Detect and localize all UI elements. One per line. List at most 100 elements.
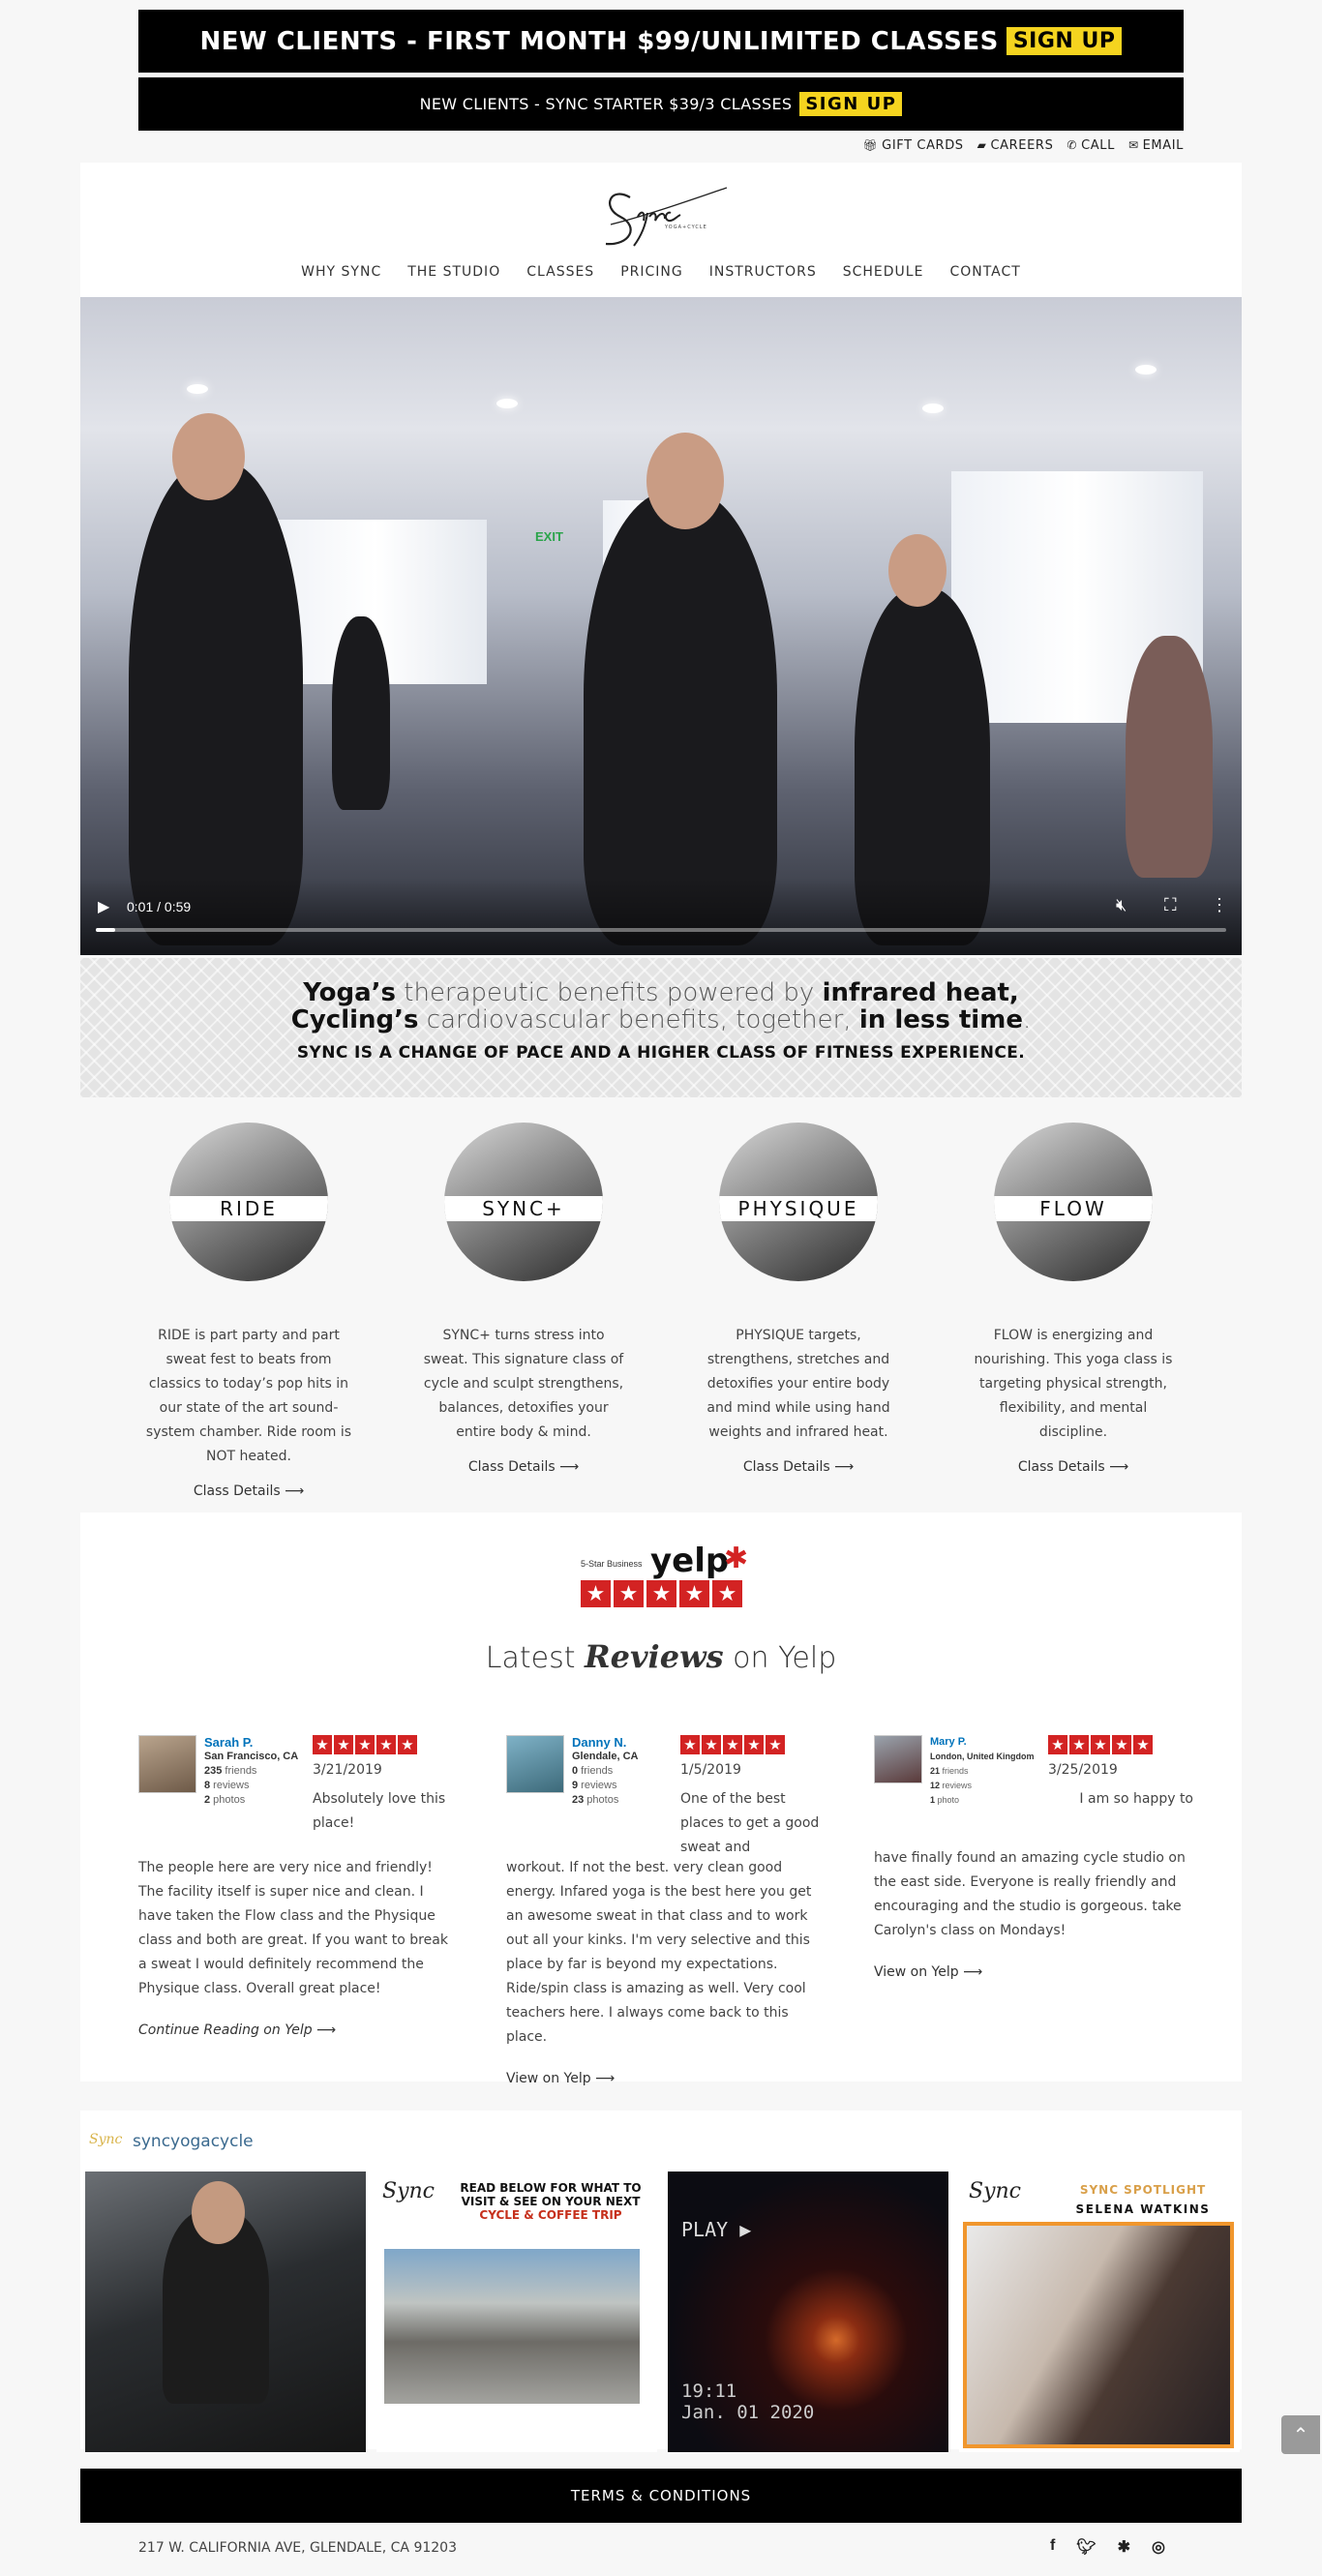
nav-classes[interactable]: CLASSES: [526, 264, 594, 280]
terms-conditions-link[interactable]: TERMS & CONDITIONS: [80, 2469, 1242, 2523]
ceiling-light: [1135, 365, 1157, 374]
play-icon[interactable]: ▶: [98, 897, 109, 916]
post-photo: [384, 2249, 640, 2404]
promo-banner-starter[interactable]: NEW CLIENTS - SYNC STARTER $39/3 CLASSES…: [138, 77, 1184, 131]
flow-class-image[interactable]: FLOW: [994, 1123, 1153, 1281]
star-icon: ★: [646, 1580, 676, 1607]
class-details-link[interactable]: Class Details ⟶: [407, 1459, 640, 1475]
instagram-post[interactable]: Sync READ BELOW FOR WHAT TO VISIT & SEE …: [376, 2172, 657, 2452]
reviews-title-pre: Latest: [485, 1641, 585, 1675]
nav-contact[interactable]: CONTACT: [949, 264, 1020, 280]
sync-plus-class-image[interactable]: SYNC+: [444, 1123, 603, 1281]
class-description: SYNC+ turns stress into sweat. This sign…: [423, 1328, 624, 1440]
background-rider: [332, 616, 390, 810]
review-opening: One of the best places to get a good swe…: [680, 1791, 820, 1855]
reviews-title: Latest Reviews on Yelp: [80, 1638, 1242, 1675]
badge-stars: ★ ★ ★ ★ ★: [581, 1580, 742, 1607]
physique-class-image[interactable]: PHYSIQUE: [719, 1123, 878, 1281]
call-link[interactable]: ✆ CALL: [1067, 138, 1115, 153]
nav-schedule[interactable]: SCHEDULE: [843, 264, 924, 280]
video-time: 0:01 / 0:59: [127, 899, 192, 914]
star-icon: ★: [1048, 1735, 1067, 1754]
reviewer-name[interactable]: Mary P.: [930, 1735, 1037, 1750]
mute-icon[interactable]: 🔇︎: [1116, 895, 1127, 915]
avatar[interactable]: [506, 1735, 564, 1793]
instagram-post[interactable]: PLAY ▶ 19:11 Jan. 01 2020: [668, 2172, 948, 2452]
sync-logo[interactable]: YOGA+CYCLE: [591, 168, 736, 255]
signup-button-starter[interactable]: SIGN UP: [799, 92, 903, 116]
class-description: FLOW is energizing and nourishing. This …: [974, 1328, 1173, 1440]
reviewer-name[interactable]: Sarah P.: [204, 1735, 311, 1750]
nav-the-studio[interactable]: THE STUDIO: [407, 264, 500, 280]
reviewer-location: San Francisco, CA: [204, 1751, 299, 1762]
video-progress-fill: [96, 928, 115, 932]
video-progress-bar[interactable]: [96, 928, 1226, 932]
photos-count: 23 photos: [572, 1794, 619, 1806]
review-text: workout. If not the best. very clean goo…: [506, 1860, 812, 2045]
twitter-icon[interactable]: 🐦︎: [1076, 2537, 1096, 2557]
avatar[interactable]: [138, 1735, 196, 1793]
class-details-link[interactable]: Class Details ⟶: [957, 1459, 1189, 1475]
tagline-yoga: Yoga’s: [303, 978, 396, 1007]
email-link[interactable]: ✉ EMAIL: [1128, 138, 1184, 153]
gift-icon: 🎁︎: [862, 138, 879, 152]
nav-pricing[interactable]: PRICING: [620, 264, 683, 280]
class-details-link[interactable]: Class Details ⟶: [133, 1483, 365, 1499]
star-icon: ★: [581, 1580, 611, 1607]
envelope-icon: ✉: [1127, 138, 1139, 152]
careers-link[interactable]: ▰ CAREERS: [977, 138, 1054, 153]
fullscreen-icon[interactable]: ⛶: [1164, 895, 1177, 915]
review-date: 1/5/2019: [680, 1762, 741, 1778]
more-options-icon[interactable]: ⋮: [1211, 895, 1228, 915]
view-on-yelp-link[interactable]: View on Yelp ⟶: [506, 2067, 826, 2091]
hero-video[interactable]: EXIT ▶ 0:01 / 0:59 🔇︎ ⛶ ⋮: [80, 297, 1242, 955]
avatar[interactable]: [874, 1735, 922, 1783]
scroll-to-top-button[interactable]: ⌃: [1281, 2415, 1320, 2454]
signup-button-unlimited[interactable]: SIGN UP: [1006, 27, 1123, 55]
class-details-link[interactable]: Class Details ⟶: [682, 1459, 915, 1475]
nav-instructors[interactable]: INSTRUCTORS: [709, 264, 817, 280]
tagline-subheading: SYNC IS A CHANGE OF PACE AND A HIGHER CL…: [296, 1043, 1026, 1063]
post-timestamp: 19:11 Jan. 01 2020: [681, 2381, 815, 2423]
promo-banner-unlimited[interactable]: NEW CLIENTS - FIRST MONTH $99/UNLIMITED …: [138, 10, 1184, 73]
star-icon: ★: [1091, 1735, 1110, 1754]
gift-cards-link[interactable]: 🎁︎ GIFT CARDS: [862, 138, 963, 153]
review-card: Danny N. Glendale, CA 0 friends 9 review…: [506, 1735, 826, 2091]
yelp-burst-icon: ✱: [724, 1543, 749, 1574]
instagram-handle[interactable]: syncyogacycle: [133, 2132, 254, 2151]
yelp-reviews-section: 5-Star Business yelp ✱ ★ ★ ★ ★ ★ Latest Revi…: [80, 1513, 1242, 2086]
instagram-profile-logo[interactable]: Sync: [89, 2132, 122, 2147]
reviewer-name[interactable]: Danny N.: [572, 1735, 678, 1750]
class-card-physique: PHYSIQUE PHYSIQUE targets, strengthens, …: [682, 1123, 915, 1475]
tagline-heat: infrared heat: [822, 978, 1009, 1007]
star-icon: ★: [355, 1735, 375, 1754]
review-card: Mary P. London, United Kingdom 21 friend…: [874, 1735, 1193, 1985]
review-card: Sarah P. San Francisco, CA 235 friends 8…: [138, 1735, 458, 2043]
instructor-figure: [129, 462, 303, 945]
lead-rider-head: [646, 433, 724, 529]
instagram-post[interactable]: [85, 2172, 366, 2452]
class-description: RIDE is part party and part sweat fest t…: [145, 1328, 352, 1464]
yelp-icon[interactable]: ✱: [1118, 2537, 1130, 2557]
ceiling-light: [496, 399, 518, 408]
tagline-line-2: Cycling’s cardiovascular benefits, toget…: [80, 1006, 1242, 1033]
yelp-five-star-badge[interactable]: 5-Star Business yelp ✱ ★ ★ ★ ★ ★: [581, 1542, 749, 1609]
instagram-icon[interactable]: ◎: [1152, 2537, 1165, 2557]
instagram-post[interactable]: Sync SYNC SPOTLIGHT SELENA WATKINS: [959, 2172, 1240, 2452]
instructor-head: [172, 413, 245, 500]
nav-why-sync[interactable]: WHY SYNC: [301, 264, 381, 280]
class-description: PHYSIQUE targets, strengthens, stretches…: [706, 1328, 890, 1440]
star-icon: ★: [702, 1735, 721, 1754]
view-on-yelp-link[interactable]: View on Yelp ⟶: [874, 1961, 1193, 1985]
utility-links: 🎁︎ GIFT CARDS ▰ CAREERS ✆ CALL ✉ EMAIL: [862, 138, 1184, 153]
reviews-title-em: Reviews: [585, 1638, 724, 1675]
promo-starter-text: NEW CLIENTS - SYNC STARTER $39/3 CLASSES: [419, 95, 793, 113]
ride-class-image[interactable]: RIDE: [169, 1123, 328, 1281]
classes-section: RIDE RIDE is part party and part sweat f…: [80, 1123, 1242, 1499]
facebook-icon[interactable]: f: [1050, 2537, 1055, 2557]
chevron-up-icon: ⌃: [1292, 2424, 1309, 2446]
reviewer-location: London, United Kingdom: [930, 1752, 1035, 1761]
review-stars: ★ ★ ★ ★ ★: [1048, 1735, 1153, 1754]
main-nav: WHY SYNC THE STUDIO CLASSES PRICING INST…: [80, 264, 1242, 280]
continue-reading-link[interactable]: Continue Reading on Yelp ⟶: [138, 2019, 458, 2043]
